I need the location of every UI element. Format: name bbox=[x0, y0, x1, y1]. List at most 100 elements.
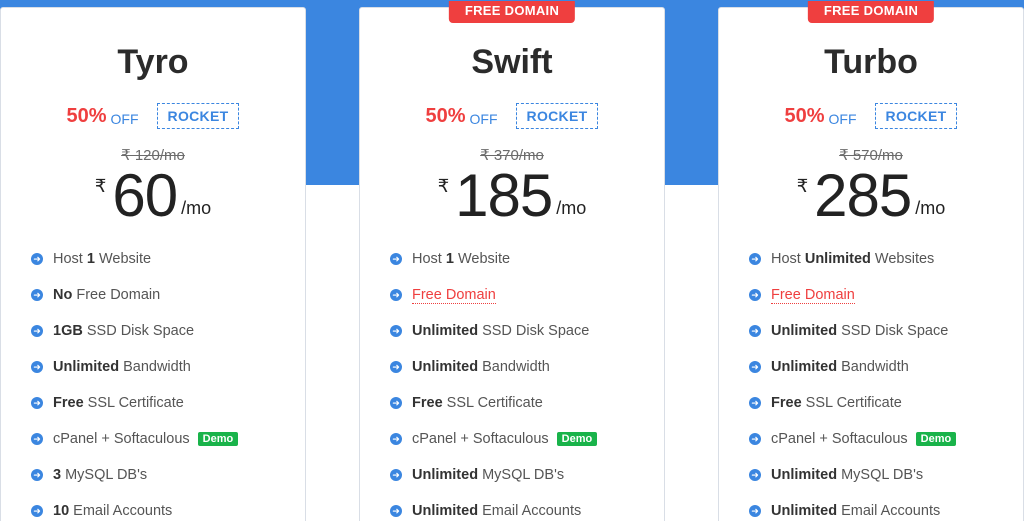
price: ₹ 185 /mo bbox=[360, 160, 664, 232]
arrow-right-circle-icon: ➜ bbox=[31, 397, 43, 409]
feature-item: ➜ Free Domain bbox=[390, 277, 597, 313]
feature-text: Host Unlimited Websites bbox=[771, 251, 935, 267]
currency-symbol: ₹ bbox=[94, 176, 107, 196]
feature-item: ➜ Unlimited Email Accounts bbox=[749, 493, 956, 521]
feature-item: ➜ Unlimited Email Accounts bbox=[390, 493, 597, 521]
arrow-right-circle-icon: ➜ bbox=[749, 505, 761, 517]
arrow-right-circle-icon: ➜ bbox=[31, 289, 43, 301]
feature-item: ➜ No Free Domain bbox=[31, 277, 238, 313]
feature-list: ➜ Host Unlimited Websites ➜ Free Domain … bbox=[749, 241, 957, 521]
feature-item: ➜ Host 1 Website bbox=[31, 241, 238, 277]
arrow-right-circle-icon: ➜ bbox=[749, 469, 761, 481]
feature-item: ➜ Unlimited SSD Disk Space bbox=[390, 313, 597, 349]
arrow-right-circle-icon: ➜ bbox=[390, 469, 402, 481]
plan-card-swift: FREE DOMAIN Swift 50% OFF ROCKET ₹ 370/mo… bbox=[359, 1, 665, 521]
feature-item: ➜ Free SSL Certificate bbox=[390, 385, 597, 421]
feature-list: ➜ Host 1 Website ➜ No Free Domain ➜ 1GB … bbox=[31, 241, 239, 521]
arrow-right-circle-icon: ➜ bbox=[749, 397, 761, 409]
feature-list: ➜ Host 1 Website ➜ Free Domain ➜ Unlimit… bbox=[390, 241, 598, 521]
arrow-right-circle-icon: ➜ bbox=[390, 505, 402, 517]
price-period: /mo bbox=[181, 198, 212, 218]
plan-name: Tyro bbox=[117, 43, 189, 81]
feature-text: Free SSL Certificate bbox=[771, 395, 902, 411]
demo-badge[interactable]: Demo bbox=[197, 432, 239, 446]
discount-off-label: OFF bbox=[110, 111, 139, 127]
arrow-right-circle-icon: ➜ bbox=[749, 325, 761, 337]
demo-badge[interactable]: Demo bbox=[915, 432, 957, 446]
feature-text: 3 MySQL DB's bbox=[53, 467, 148, 483]
currency-symbol: ₹ bbox=[796, 176, 809, 196]
plan-name: Swift bbox=[471, 43, 553, 81]
feature-text: Unlimited MySQL DB's bbox=[412, 467, 565, 483]
price: ₹ 60 /mo bbox=[1, 160, 305, 232]
arrow-right-circle-icon: ➜ bbox=[31, 253, 43, 265]
feature-item: ➜ Unlimited SSD Disk Space bbox=[749, 313, 956, 349]
coupon-code[interactable]: ROCKET bbox=[515, 103, 599, 129]
arrow-right-circle-icon: ➜ bbox=[749, 433, 761, 445]
discount-percent: 50% bbox=[425, 104, 466, 127]
plan-card-turbo: FREE DOMAIN Turbo 50% OFF ROCKET ₹ 570/mo… bbox=[718, 1, 1024, 521]
feature-text: Unlimited Email Accounts bbox=[412, 503, 582, 519]
price-period: /mo bbox=[915, 198, 946, 218]
feature-item: ➜ Unlimited Bandwidth bbox=[390, 349, 597, 385]
feature-item: ➜ Unlimited MySQL DB's bbox=[390, 457, 597, 493]
feature-item: ➜ Free SSL Certificate bbox=[31, 385, 238, 421]
discount-percent: 50% bbox=[66, 104, 107, 127]
discount-row: 50% OFF ROCKET bbox=[719, 103, 1023, 129]
coupon-code[interactable]: ROCKET bbox=[874, 103, 958, 129]
feature-item: ➜ 10 Email Accounts bbox=[31, 493, 238, 521]
feature-item: ➜ 3 MySQL DB's bbox=[31, 457, 238, 493]
discount-percent: 50% bbox=[784, 104, 825, 127]
feature-text[interactable]: Free Domain bbox=[412, 287, 496, 304]
feature-text: Unlimited Bandwidth bbox=[771, 359, 909, 375]
feature-text: Unlimited MySQL DB's bbox=[771, 467, 924, 483]
arrow-right-circle-icon: ➜ bbox=[390, 253, 402, 265]
currency-symbol: ₹ bbox=[437, 176, 450, 196]
feature-item: ➜ cPanel + Softaculous Demo bbox=[390, 421, 598, 457]
plan-card-tyro: Tyro 50% OFF ROCKET ₹ 120/mo ₹ 60 /mo ➜ … bbox=[0, 7, 306, 521]
arrow-right-circle-icon: ➜ bbox=[31, 469, 43, 481]
feature-text: cPanel + Softaculous bbox=[412, 431, 549, 447]
free-domain-ribbon: FREE DOMAIN bbox=[807, 1, 935, 23]
feature-text: cPanel + Softaculous bbox=[53, 431, 190, 447]
arrow-right-circle-icon: ➜ bbox=[390, 397, 402, 409]
feature-text: Host 1 Website bbox=[412, 251, 511, 267]
feature-text: Free SSL Certificate bbox=[412, 395, 543, 411]
price-amount: 185 bbox=[455, 162, 553, 229]
arrow-right-circle-icon: ➜ bbox=[31, 505, 43, 517]
feature-text: 1GB SSD Disk Space bbox=[53, 323, 195, 339]
discount-row: 50% OFF ROCKET bbox=[1, 103, 305, 129]
price: ₹ 285 /mo bbox=[719, 160, 1023, 232]
arrow-right-circle-icon: ➜ bbox=[749, 289, 761, 301]
feature-text: No Free Domain bbox=[53, 287, 161, 303]
price-amount: 285 bbox=[814, 162, 912, 229]
feature-item: ➜ cPanel + Softaculous Demo bbox=[31, 421, 239, 457]
arrow-right-circle-icon: ➜ bbox=[390, 289, 402, 301]
feature-item: ➜ 1GB SSD Disk Space bbox=[31, 313, 238, 349]
feature-item: ➜ Host Unlimited Websites bbox=[749, 241, 956, 277]
feature-item: ➜ Free SSL Certificate bbox=[749, 385, 956, 421]
feature-text: Free SSL Certificate bbox=[53, 395, 184, 411]
arrow-right-circle-icon: ➜ bbox=[31, 361, 43, 373]
feature-item: ➜ Unlimited Bandwidth bbox=[31, 349, 238, 385]
arrow-right-circle-icon: ➜ bbox=[390, 325, 402, 337]
feature-item: ➜ Unlimited Bandwidth bbox=[749, 349, 956, 385]
feature-text: Unlimited SSD Disk Space bbox=[412, 323, 590, 339]
arrow-right-circle-icon: ➜ bbox=[749, 361, 761, 373]
feature-text: 10 Email Accounts bbox=[53, 503, 173, 519]
price-period: /mo bbox=[556, 198, 587, 218]
feature-text: Unlimited Bandwidth bbox=[412, 359, 550, 375]
feature-item: ➜ Host 1 Website bbox=[390, 241, 597, 277]
feature-text: Unlimited SSD Disk Space bbox=[771, 323, 949, 339]
discount-row: 50% OFF ROCKET bbox=[360, 103, 664, 129]
feature-item: ➜ Unlimited MySQL DB's bbox=[749, 457, 956, 493]
arrow-right-circle-icon: ➜ bbox=[749, 253, 761, 265]
feature-text: Host 1 Website bbox=[53, 251, 152, 267]
feature-text: Unlimited Bandwidth bbox=[53, 359, 191, 375]
feature-text[interactable]: Free Domain bbox=[771, 287, 855, 304]
arrow-right-circle-icon: ➜ bbox=[390, 433, 402, 445]
discount-off-label: OFF bbox=[469, 111, 498, 127]
coupon-code[interactable]: ROCKET bbox=[156, 103, 240, 129]
free-domain-ribbon: FREE DOMAIN bbox=[448, 1, 576, 23]
demo-badge[interactable]: Demo bbox=[556, 432, 598, 446]
